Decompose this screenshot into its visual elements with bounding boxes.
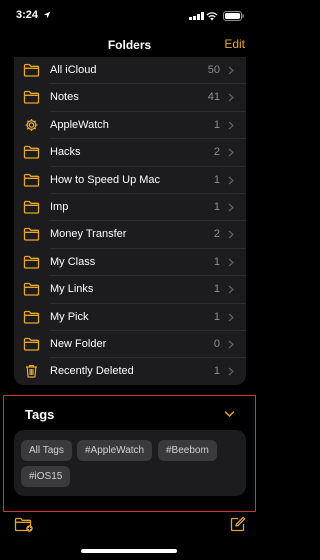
folder-icon <box>23 91 40 105</box>
chevron-right-icon <box>228 313 234 322</box>
chevron-right-icon <box>228 230 234 239</box>
folder-count: 1 <box>213 201 220 213</box>
folder-count: 50 <box>207 64 220 76</box>
chevron-right-icon <box>228 367 234 376</box>
folder-count: 1 <box>213 173 220 186</box>
wifi-icon <box>206 12 218 21</box>
folder-icon <box>23 63 40 77</box>
folder-icon <box>23 337 40 351</box>
folder-row-notes[interactable]: Notes 41 <box>14 84 246 112</box>
folder-row-imp[interactable]: Imp 1 <box>14 194 246 222</box>
tag-chip-all-tags[interactable]: All Tags <box>21 440 72 461</box>
gear-icon <box>25 118 38 131</box>
folder-count: 1 <box>213 118 220 131</box>
new-folder-icon[interactable] <box>14 517 34 532</box>
tag-chip-ios15[interactable]: #iOS15 <box>21 466 71 487</box>
battery-icon <box>223 11 244 21</box>
folder-label: New Folder <box>50 338 107 350</box>
folder-count: 1 <box>213 255 220 268</box>
chevron-right-icon <box>228 176 234 185</box>
folder-count: 1 <box>213 283 220 296</box>
chevron-down-icon[interactable] <box>224 410 235 418</box>
folder-label: My Class <box>50 255 96 268</box>
folder-row-my-links[interactable]: My Links 1 <box>14 276 246 304</box>
folder-icon <box>23 310 40 324</box>
folder-label: Recently Deleted <box>50 365 134 378</box>
chevron-right-icon <box>228 203 234 212</box>
folder-count: 41 <box>207 91 220 104</box>
folder-count: 2 <box>213 146 220 159</box>
folder-label: My Links <box>50 283 94 296</box>
folder-row-how-to-speed-up-mac[interactable]: How to Speed Up Mac 1 <box>14 167 246 194</box>
folder-label: Hacks <box>50 146 81 159</box>
tags-section-title: Tags <box>25 407 55 422</box>
compose-icon[interactable] <box>230 516 246 532</box>
folder-label: Imp <box>50 201 69 213</box>
location-arrow-icon <box>43 11 51 19</box>
tag-chip-beebom[interactable]: #Beebom <box>158 440 217 461</box>
folder-count: 2 <box>213 228 220 241</box>
folders-list: All iCloud 50 Notes 41 AppleWatch 1 Hack… <box>14 57 246 385</box>
page-title: Folders <box>107 38 152 52</box>
home-indicator <box>81 549 177 553</box>
edit-button[interactable]: Edit <box>224 37 245 51</box>
folder-label: All iCloud <box>50 64 97 76</box>
chevron-right-icon <box>228 285 234 294</box>
folder-icon <box>23 255 40 269</box>
folder-label: My Pick <box>50 310 89 323</box>
folder-icon <box>23 228 40 242</box>
folder-row-recently-deleted[interactable]: Recently Deleted 1 <box>14 358 246 385</box>
tag-chip-applewatch[interactable]: #AppleWatch <box>77 440 153 461</box>
chevron-right-icon <box>228 148 234 157</box>
folder-row-money-transfer[interactable]: Money Transfer 2 <box>14 221 246 249</box>
tags-panel: All Tags #AppleWatch #Beebom #iOS15 <box>14 430 246 496</box>
chevron-right-icon <box>228 258 234 267</box>
cellular-signal-icon <box>189 12 204 20</box>
chevron-right-icon <box>228 93 234 102</box>
folder-row-applewatch[interactable]: AppleWatch 1 <box>14 112 246 140</box>
folder-label: Money Transfer <box>50 228 127 241</box>
folder-label: How to Speed Up Mac <box>50 173 161 186</box>
folder-label: Notes <box>50 91 79 104</box>
chevron-right-icon <box>228 340 234 349</box>
navigation-bar: Folders Edit <box>0 34 259 58</box>
folder-icon <box>23 200 40 214</box>
folder-row-my-class[interactable]: My Class 1 <box>14 249 246 277</box>
chevron-right-icon <box>228 66 234 75</box>
folder-row-hacks[interactable]: Hacks 2 <box>14 139 246 167</box>
chevron-right-icon <box>228 121 234 130</box>
folder-icon <box>23 173 40 187</box>
status-bar: 3:24 <box>0 0 259 34</box>
folder-icon <box>23 283 40 296</box>
folder-row-my-pick[interactable]: My Pick 1 <box>14 304 246 331</box>
folder-icon <box>23 146 40 159</box>
folder-count: 1 <box>213 310 220 323</box>
folder-row-new-folder[interactable]: New Folder 0 <box>14 331 246 359</box>
trash-icon <box>26 365 37 378</box>
folder-count: 0 <box>213 338 220 350</box>
folder-row-all-icloud[interactable]: All iCloud 50 <box>14 57 246 85</box>
folder-label: AppleWatch <box>50 118 109 131</box>
status-time: 3:24 <box>16 9 39 21</box>
folder-count: 1 <box>213 365 220 378</box>
